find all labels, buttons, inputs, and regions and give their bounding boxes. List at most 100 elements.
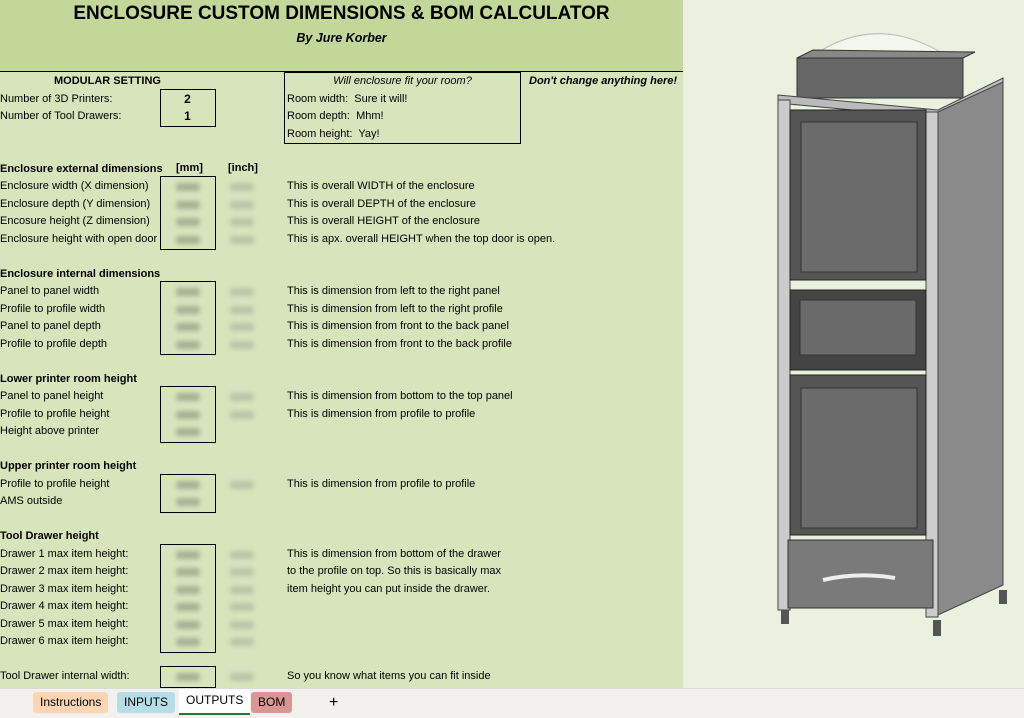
dimension-label: Drawer 1 max item height: — [0, 547, 129, 560]
blurred-inch-value — [230, 568, 254, 576]
dimension-label: Profile to profile height — [0, 477, 110, 490]
section-title: Enclosure external dimensions — [0, 162, 163, 175]
dimension-label: Drawer 3 max item height: — [0, 582, 129, 595]
spreadsheet-grid: ENCLOSURE CUSTOM DIMENSIONS & BOM CALCUL… — [0, 0, 683, 688]
printers-label: Number of 3D Printers: — [0, 93, 113, 105]
blurred-mm-value[interactable] — [176, 428, 200, 436]
dimension-label: Drawer 5 max item height: — [0, 617, 129, 630]
blurred-inch-value — [230, 218, 254, 226]
author-subtitle: By Jure Korber — [296, 31, 387, 45]
dimension-description: This is apx. overall HEIGHT when the top… — [287, 232, 556, 245]
blurred-mm-value[interactable] — [176, 218, 200, 226]
room-height-value: Yay! — [358, 128, 380, 140]
title-band: ENCLOSURE CUSTOM DIMENSIONS & BOM CALCUL… — [0, 0, 683, 72]
enclosure-render-image — [777, 33, 1007, 636]
dimension-description: So you know what items you can fit insid… — [287, 670, 491, 682]
blurred-mm-value[interactable] — [176, 673, 200, 681]
tab-bom[interactable]: BOM — [251, 692, 293, 713]
blurred-mm-value[interactable] — [176, 550, 200, 559]
dimension-label: AMS outside — [0, 495, 63, 507]
dimension-description: This is dimension from left to the right… — [287, 302, 503, 315]
blurred-inch-value — [230, 235, 254, 244]
dimension-description: This is dimension from bottom to the top… — [287, 390, 513, 402]
blurred-inch-value — [230, 305, 254, 314]
blurred-mm-value[interactable] — [176, 498, 200, 506]
blurred-mm-value[interactable] — [176, 235, 200, 244]
dimension-label: Panel to panel height — [0, 390, 104, 402]
room-depth-label: Room depth: — [287, 110, 350, 122]
modular-heading: MODULAR SETTING — [54, 75, 161, 87]
section-title: Upper printer room height — [0, 460, 137, 472]
dimension-description: to the profile on top. So this is basica… — [287, 565, 501, 577]
dimension-description: This is dimension from bottom of the dra… — [287, 547, 501, 560]
blurred-mm-value[interactable] — [176, 183, 200, 191]
blurred-mm-value[interactable] — [176, 410, 200, 419]
drawers-label: Number of Tool Drawers: — [0, 110, 122, 122]
blurred-mm-value[interactable] — [176, 305, 200, 314]
blurred-mm-value[interactable] — [176, 340, 200, 349]
room-fit-heading: Will enclosure fit your room? — [333, 75, 472, 87]
section-title: Enclosure internal dimensions — [0, 267, 161, 280]
dimension-label: Enclosure depth (Y dimension) — [0, 197, 151, 210]
dimension-label: Encosure height (Z dimension) — [0, 215, 150, 227]
value-box — [160, 543, 216, 653]
dimension-label: Profile to profile width — [0, 302, 106, 315]
blurred-mm-value[interactable] — [176, 480, 200, 489]
dimension-description: This is dimension from front to the back… — [287, 337, 512, 350]
dimension-label: Profile to profile depth — [0, 337, 108, 350]
room-height-row: Room height: Yay! — [287, 126, 380, 143]
dimension-description: item height you can put inside the drawe… — [287, 582, 491, 595]
blurred-inch-value — [230, 183, 254, 191]
room-width-row: Room width: Sure it will! — [287, 91, 407, 108]
blurred-inch-value — [230, 550, 254, 559]
blurred-inch-value — [230, 410, 254, 419]
blurred-inch-value — [230, 393, 254, 401]
value-box — [160, 473, 216, 513]
tab-instructions[interactable]: Instructions — [33, 692, 109, 713]
dimension-description: This is dimension from front to the back… — [287, 320, 509, 332]
page-title: ENCLOSURE CUSTOM DIMENSIONS & BOM CALCUL… — [73, 3, 610, 24]
blurred-inch-value — [230, 323, 254, 331]
blurred-mm-value[interactable] — [176, 200, 200, 209]
dimension-description: This is dimension from profile to profil… — [287, 407, 476, 420]
blurred-mm-value[interactable] — [176, 323, 200, 331]
dimension-label: Profile to profile height — [0, 407, 110, 420]
dimension-label: Enclosure height with open door — [0, 232, 158, 245]
blurred-mm-value[interactable] — [176, 288, 200, 296]
tab-inputs[interactable]: INPUTS — [117, 692, 176, 713]
blurred-inch-value — [230, 480, 254, 489]
dimension-description: This is overall DEPTH of the enclosure — [287, 197, 476, 210]
room-width-value: Sure it will! — [354, 93, 408, 105]
room-height-label: Room height: — [287, 128, 353, 140]
drawers-count-cell[interactable]: 1 — [160, 108, 215, 125]
warning-note: Don't change anything here! — [529, 75, 678, 87]
printers-count-cell[interactable]: 2 — [160, 91, 215, 108]
blurred-mm-value[interactable] — [176, 620, 200, 629]
blurred-mm-value[interactable] — [176, 393, 200, 401]
blurred-mm-value[interactable] — [176, 638, 200, 646]
blurred-mm-value[interactable] — [176, 585, 200, 594]
blurred-mm-value[interactable] — [176, 568, 200, 576]
dimension-description: This is dimension from left to the right… — [287, 285, 500, 297]
dimension-description: This is overall HEIGHT of the enclosure — [287, 215, 480, 227]
dimension-label: Height above printer — [0, 425, 100, 437]
blurred-inch-value — [230, 340, 254, 349]
sheet-tabs-bar: Instructions INPUTS OUTPUTS BOM + — [0, 688, 1024, 718]
blurred-mm-value[interactable] — [176, 603, 200, 611]
tab-outputs[interactable]: OUTPUTS — [179, 689, 251, 715]
room-depth-row: Room depth: Mhm! — [287, 108, 384, 125]
dimension-label: Tool Drawer internal width: — [0, 670, 130, 682]
dimension-label: Enclosure width (X dimension) — [0, 180, 149, 192]
dimension-label: Drawer 4 max item height: — [0, 600, 129, 612]
dimension-label: Panel to panel depth — [0, 320, 101, 332]
blurred-inch-value — [230, 585, 254, 594]
blurred-inch-value — [230, 620, 254, 629]
add-sheet-button[interactable]: + — [322, 692, 345, 713]
room-width-label: Room width: — [287, 93, 349, 105]
unit-inch-header: [inch] — [228, 162, 258, 174]
section-title: Tool Drawer height — [0, 530, 99, 542]
blurred-inch-value — [230, 603, 254, 611]
unit-mm-header: [mm] — [176, 162, 203, 174]
blurred-inch-value — [230, 288, 254, 296]
dimension-label: Drawer 2 max item height: — [0, 565, 129, 577]
